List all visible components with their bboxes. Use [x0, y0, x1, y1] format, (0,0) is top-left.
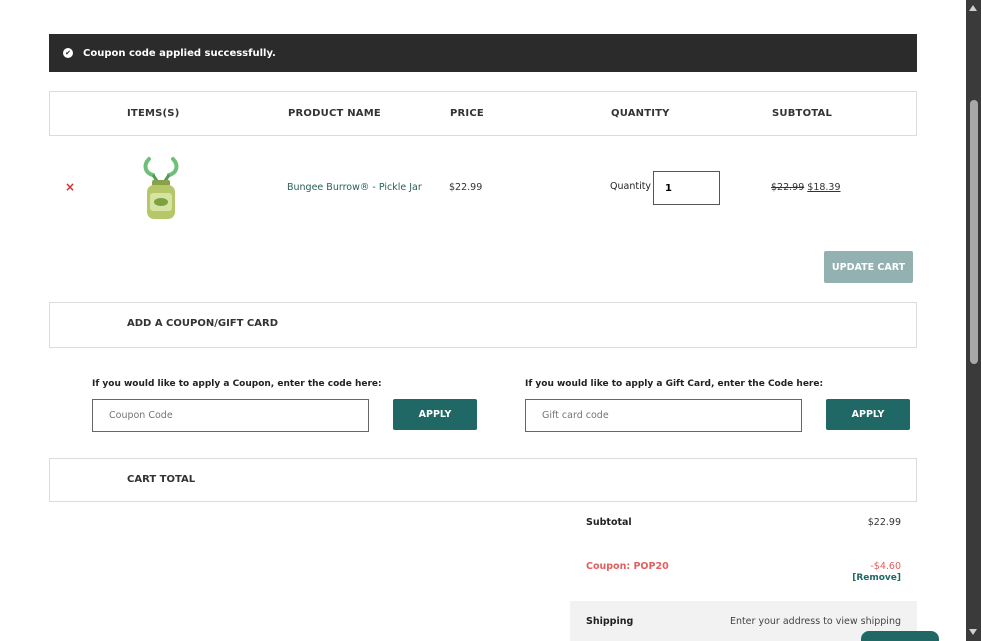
- product-name-link[interactable]: Bungee Burrow® - Pickle Jar: [287, 182, 422, 193]
- success-notice: ✔ Coupon code applied successfully.: [49, 34, 917, 72]
- header-subtotal: SUBTOTAL: [772, 108, 833, 119]
- coupon-discount-value: -$4.60: [870, 561, 901, 572]
- page-scrollbar[interactable]: [966, 0, 981, 641]
- apply-coupon-button[interactable]: APPLY: [393, 399, 477, 430]
- coupon-section-title: ADD A COUPON/GIFT CARD: [127, 318, 278, 329]
- update-cart-button[interactable]: UPDATE CART: [824, 251, 913, 283]
- totals-subtotal-value: $22.99: [867, 517, 901, 528]
- coupon-code-input[interactable]: [92, 399, 369, 432]
- remove-item-icon[interactable]: ×: [65, 180, 75, 194]
- product-thumbnail[interactable]: [139, 155, 183, 221]
- check-circle-icon: ✔: [63, 48, 73, 58]
- remove-coupon-link[interactable]: [Remove]: [852, 573, 901, 583]
- gift-card-prompt: If you would like to apply a Gift Card, …: [525, 379, 824, 389]
- product-price: $22.99: [449, 182, 483, 193]
- scroll-down-arrow-icon[interactable]: [969, 629, 977, 635]
- shipping-value: Enter your address to view shipping: [729, 616, 901, 627]
- shipping-label: Shipping: [586, 616, 634, 627]
- quantity-label: Quantity: [610, 181, 652, 192]
- row-subtotal: $22.99 $18.39: [771, 182, 841, 193]
- coupon-prompt: If you would like to apply a Coupon, ent…: [92, 379, 382, 389]
- cart-table-header: ITEMS(S) PRODUCT NAME PRICE QUANTITY SUB…: [49, 91, 917, 136]
- header-quantity: QUANTITY: [611, 108, 670, 119]
- coupon-section-header: ADD A COUPON/GIFT CARD: [49, 302, 917, 348]
- coupon-discount-label: Coupon: POP20: [586, 561, 669, 572]
- apply-gift-card-button[interactable]: APPLY: [826, 399, 910, 430]
- header-product-name: PRODUCT NAME: [288, 108, 381, 119]
- gift-card-input[interactable]: [525, 399, 802, 432]
- header-items: ITEMS(S): [127, 108, 180, 119]
- scroll-thumb[interactable]: [970, 100, 978, 364]
- cart-total-title: CART TOTAL: [127, 474, 196, 485]
- header-price: PRICE: [450, 108, 484, 119]
- floating-action-tab[interactable]: [861, 631, 939, 641]
- cart-total-header: CART TOTAL: [49, 458, 917, 502]
- table-row: × Bungee Burrow® - Pickle Jar $22.99 Qua…: [49, 136, 917, 240]
- subtotal-original: $22.99: [771, 182, 805, 193]
- totals-subtotal-label: Subtotal: [586, 517, 632, 528]
- quantity-input[interactable]: [653, 171, 720, 205]
- subtotal-discounted: $18.39: [807, 182, 841, 193]
- scroll-up-arrow-icon[interactable]: [969, 5, 977, 11]
- notice-message: Coupon code applied successfully.: [83, 47, 276, 59]
